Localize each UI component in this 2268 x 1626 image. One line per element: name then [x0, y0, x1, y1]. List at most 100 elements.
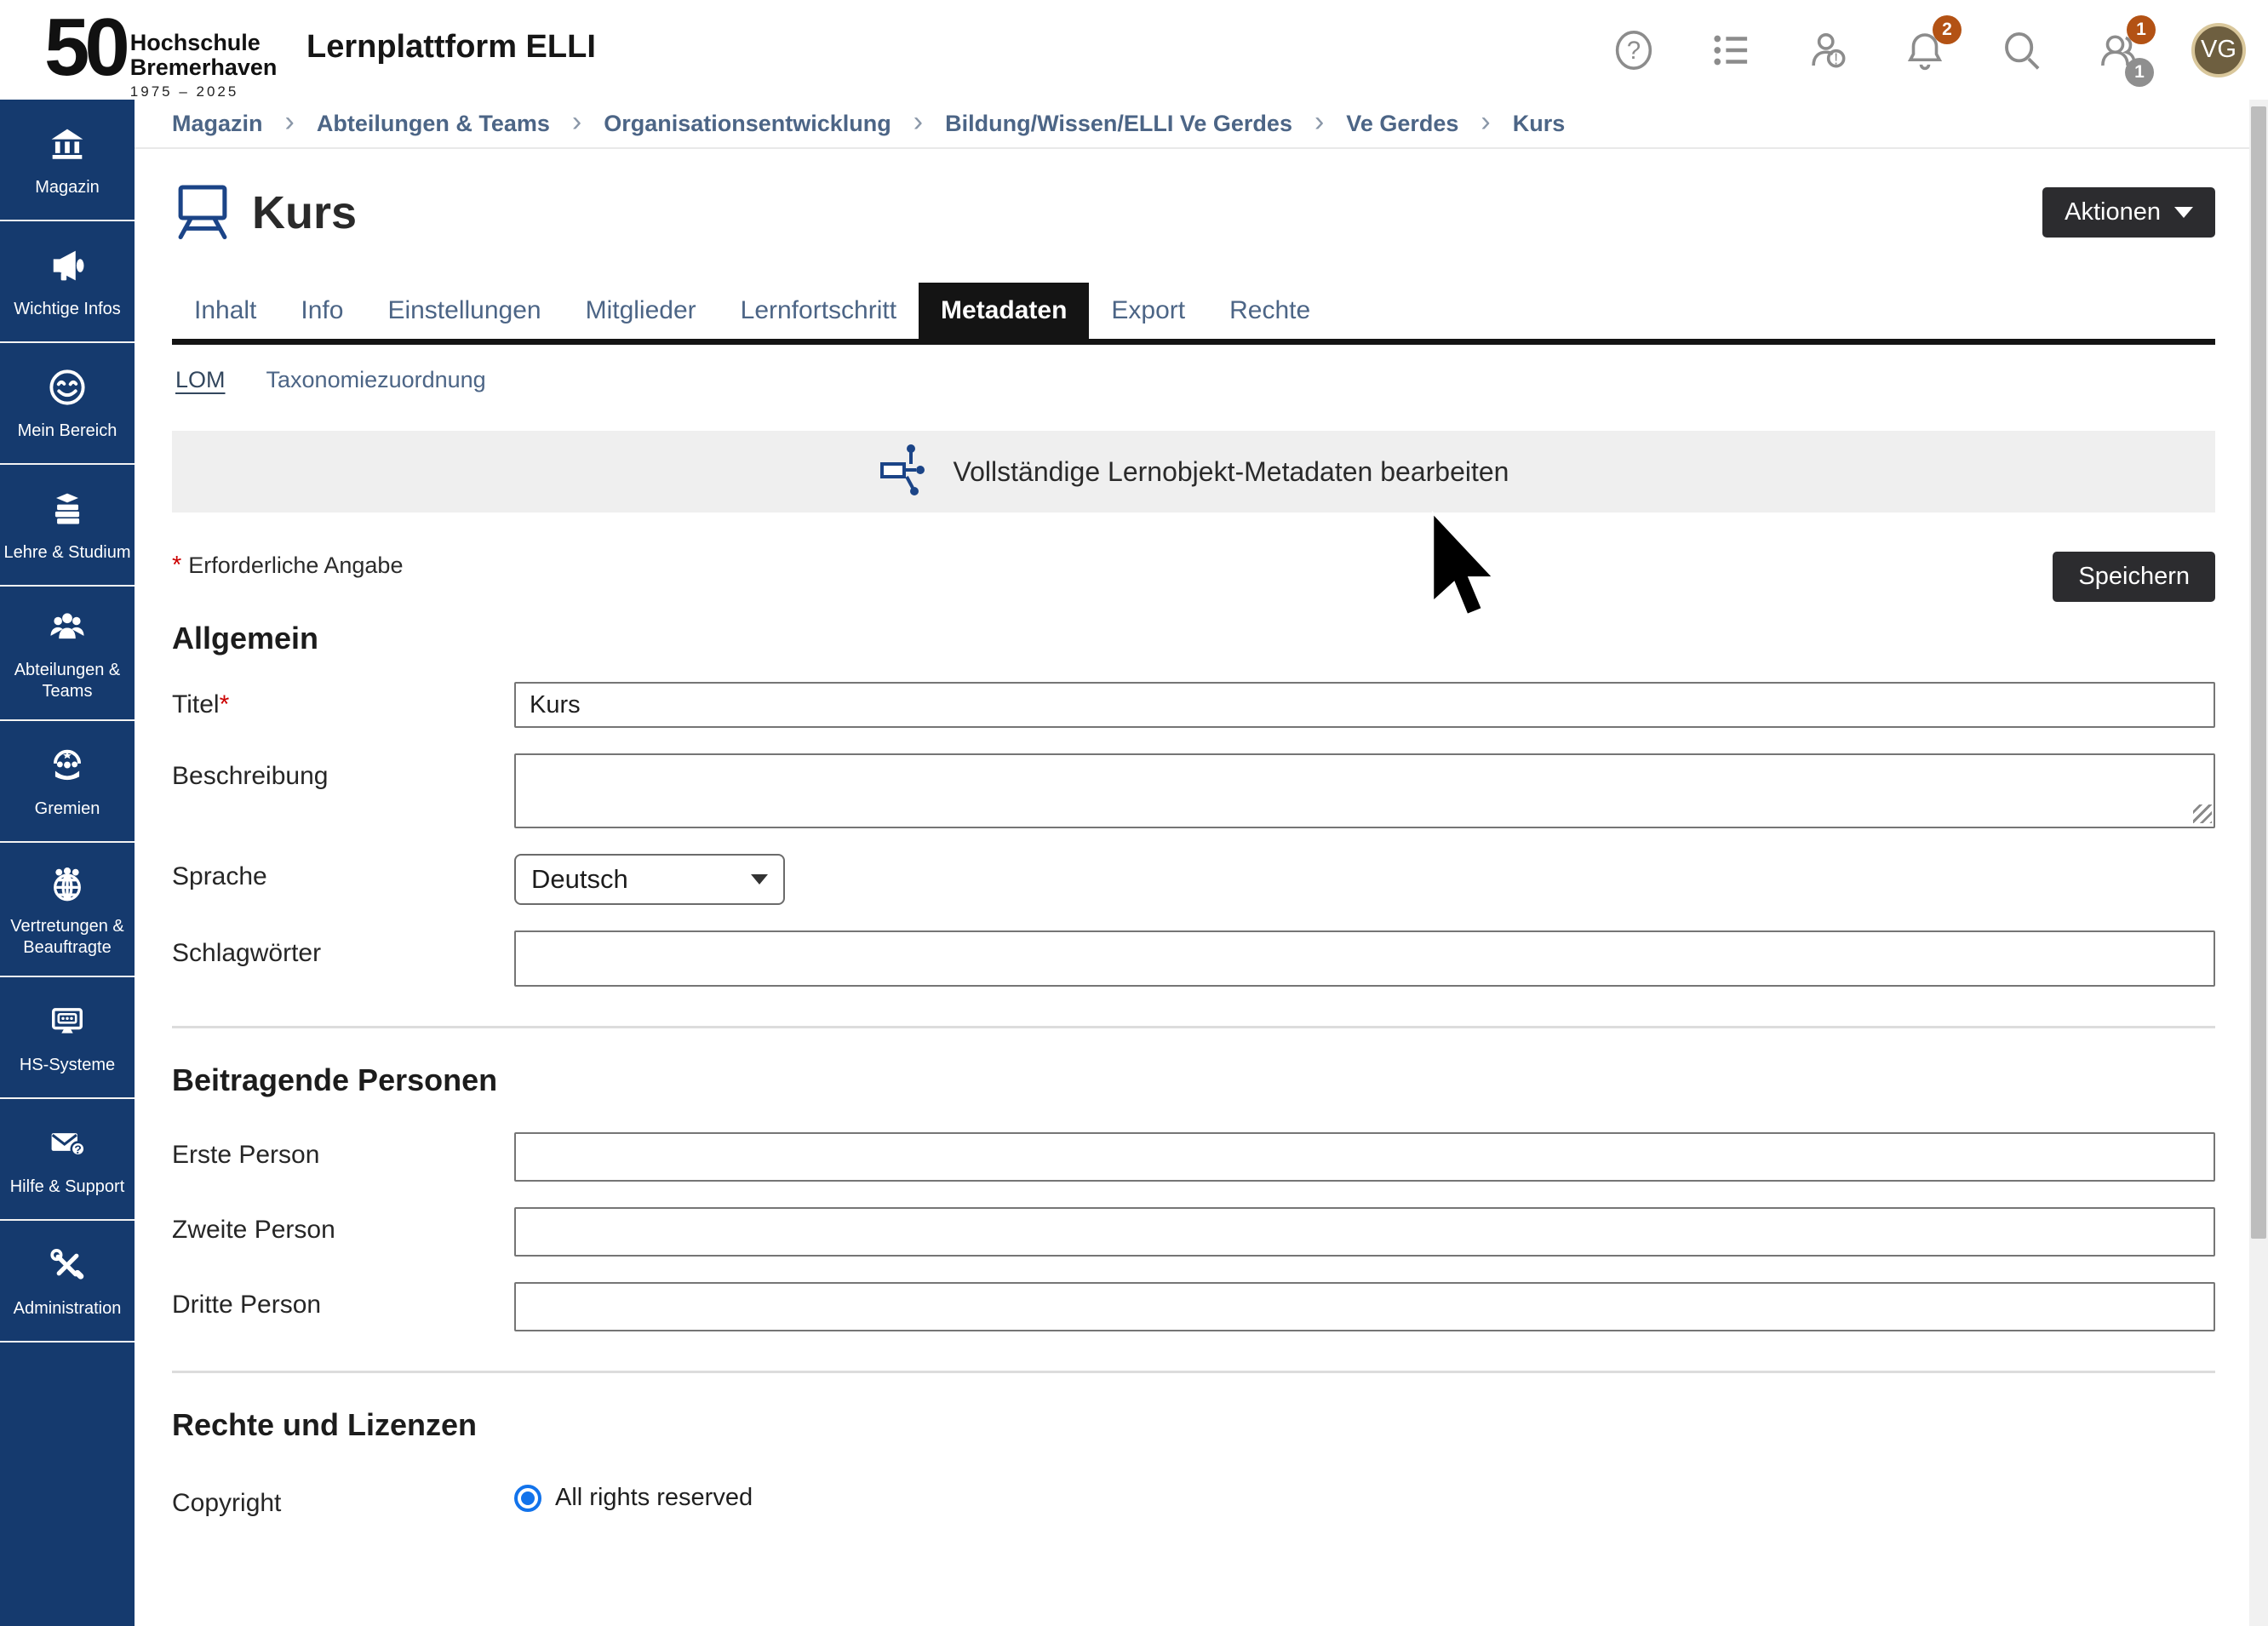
required-note: *Erforderliche Angabe	[172, 552, 403, 580]
chevron-right-icon: ›	[1480, 106, 1490, 139]
search-icon[interactable]	[1997, 26, 2047, 75]
top-header: 50 Hochschule Bremerhaven 1975 – 2025 Le…	[0, 0, 2268, 100]
titel-label: Titel*	[172, 682, 514, 719]
section-divider	[172, 1026, 2215, 1028]
resize-handle[interactable]	[2193, 804, 2212, 823]
notification-badge: 2	[1933, 15, 1962, 44]
chevron-right-icon: ›	[572, 106, 581, 139]
erste-person-input[interactable]	[514, 1132, 2215, 1182]
required-asterisk: *	[172, 552, 181, 579]
list-menu-icon[interactable]	[1706, 26, 1755, 75]
sprache-select[interactable]: Deutsch	[514, 854, 785, 905]
copyright-label: Copyright	[172, 1480, 514, 1518]
help-icon[interactable]: ?	[1609, 26, 1658, 75]
logo-name-line2: Bremerhaven	[130, 55, 278, 80]
tab-mitglieder[interactable]: Mitglieder	[564, 283, 719, 339]
sidebar-item-gremien[interactable]: Gremien	[0, 721, 135, 843]
sidebar-item-administration[interactable]: Administration	[0, 1221, 135, 1343]
course-easel-icon	[172, 180, 233, 245]
app-title: Lernplattform ELLI	[306, 29, 596, 66]
sidebar-item-label: Wichtige Infos	[14, 299, 121, 320]
logo-name-line1: Hochschule	[130, 31, 278, 55]
sidebar-item-hs-systeme[interactable]: HS-Systeme	[0, 977, 135, 1099]
tab-info[interactable]: Info	[278, 283, 365, 339]
bank-icon	[45, 122, 89, 170]
subtab-lom[interactable]: LOM	[175, 367, 226, 393]
section-allgemein-title: Allgemein	[172, 621, 2215, 656]
sprache-selected-value: Deutsch	[531, 864, 628, 895]
sidebar-item-hilfe-support[interactable]: ? Hilfe & Support	[0, 1099, 135, 1221]
monitor-icon	[45, 999, 89, 1048]
chevron-right-icon: ›	[914, 106, 923, 139]
contacts-total-badge: 1	[2125, 58, 2154, 87]
beschreibung-label: Beschreibung	[172, 753, 514, 791]
section-beitragende-title: Beitragende Personen	[172, 1062, 2215, 1098]
tab-einstellungen[interactable]: Einstellungen	[365, 283, 563, 339]
dritte-person-label: Dritte Person	[172, 1282, 514, 1320]
actions-button-label: Aktionen	[2065, 198, 2161, 226]
tab-rechte[interactable]: Rechte	[1207, 283, 1332, 339]
assembly-icon	[45, 743, 89, 792]
sidebar-item-lehre-studium[interactable]: Lehre & Studium	[0, 465, 135, 587]
breadcrumb-abteilungen-teams[interactable]: Abteilungen & Teams	[317, 111, 550, 137]
user-alert-icon[interactable]: !	[1803, 26, 1853, 75]
people-group-icon	[45, 604, 89, 653]
tab-export[interactable]: Export	[1089, 283, 1207, 339]
metadata-hub-icon	[879, 442, 931, 502]
sidebar-item-label: Mein Bereich	[18, 421, 117, 442]
dritte-person-input[interactable]	[514, 1282, 2215, 1331]
copyright-radio[interactable]	[514, 1485, 541, 1512]
sidebar-item-label: HS-Systeme	[20, 1055, 115, 1076]
breadcrumb-magazin[interactable]: Magazin	[172, 111, 263, 137]
tab-lernfortschritt[interactable]: Lernfortschritt	[719, 283, 919, 339]
svg-text:?: ?	[1627, 37, 1641, 65]
subtab-taxonomiezuordnung[interactable]: Taxonomiezuordnung	[266, 367, 486, 393]
books-icon	[45, 487, 89, 535]
titel-input[interactable]	[514, 682, 2215, 728]
tools-icon	[45, 1243, 89, 1291]
schlagwoerter-input[interactable]	[514, 930, 2215, 987]
chevron-down-icon	[2174, 207, 2193, 218]
zweite-person-input[interactable]	[514, 1207, 2215, 1257]
schlagwoerter-label: Schlagwörter	[172, 930, 514, 968]
edit-full-metadata-banner[interactable]: Vollständige Lernobjekt-Metadaten bearbe…	[172, 431, 2215, 512]
university-logo: 50 Hochschule Bremerhaven 1975 – 2025	[44, 9, 277, 100]
banner-label: Vollständige Lernobjekt-Metadaten bearbe…	[954, 456, 1509, 488]
globe-people-icon	[45, 861, 89, 909]
bell-icon[interactable]: 2	[1900, 26, 1950, 75]
section-divider	[172, 1371, 2215, 1373]
logo-years: 1975 – 2025	[130, 83, 278, 100]
chevron-right-icon: ›	[1314, 106, 1324, 139]
tab-metadaten[interactable]: Metadaten	[919, 283, 1089, 339]
breadcrumb: Magazin › Abteilungen & Teams › Organisa…	[135, 100, 2249, 149]
breadcrumb-bildung-wissen[interactable]: Bildung/Wissen/ELLI Ve Gerdes	[945, 111, 1292, 137]
section-rechte-title: Rechte und Lizenzen	[172, 1407, 2215, 1443]
user-avatar[interactable]: VG	[2191, 23, 2246, 77]
contacts-new-badge: 1	[2127, 15, 2156, 44]
sidebar-item-label: Administration	[14, 1298, 122, 1320]
main-sidebar: Magazin Wichtige Infos Mein Bereich Lehr…	[0, 100, 135, 1626]
sidebar-item-vertretungen-beauftragte[interactable]: Vertretungen & Beauftragte	[0, 843, 135, 977]
contacts-icon[interactable]: 1 1	[2094, 26, 2144, 75]
sidebar-item-label: Vertretungen & Beauftragte	[3, 916, 131, 959]
sidebar-item-label: Hilfe & Support	[10, 1177, 125, 1198]
save-button[interactable]: Speichern	[2053, 552, 2215, 602]
svg-text:?: ?	[74, 1142, 82, 1156]
breadcrumb-kurs[interactable]: Kurs	[1513, 111, 1566, 137]
actions-button[interactable]: Aktionen	[2042, 187, 2215, 238]
sidebar-item-magazin[interactable]: Magazin	[0, 100, 135, 221]
breadcrumb-ve-gerdes[interactable]: Ve Gerdes	[1346, 111, 1458, 137]
scrollbar-thumb[interactable]	[2251, 106, 2266, 1239]
breadcrumb-organisationsentwicklung[interactable]: Organisationsentwicklung	[604, 111, 891, 137]
sidebar-item-label: Lehre & Studium	[4, 542, 131, 564]
mail-help-icon: ?	[45, 1121, 89, 1170]
sidebar-item-abteilungen-teams[interactable]: Abteilungen & Teams	[0, 587, 135, 721]
tab-inhalt[interactable]: Inhalt	[172, 283, 278, 339]
sidebar-item-mein-bereich[interactable]: Mein Bereich	[0, 343, 135, 465]
sidebar-item-wichtige-infos[interactable]: Wichtige Infos	[0, 221, 135, 343]
beschreibung-textarea[interactable]	[514, 753, 2215, 828]
sidebar-item-label: Abteilungen & Teams	[3, 660, 131, 702]
zweite-person-label: Zweite Person	[172, 1207, 514, 1245]
svg-text:!: !	[1834, 50, 1838, 67]
smiley-icon	[45, 365, 89, 414]
